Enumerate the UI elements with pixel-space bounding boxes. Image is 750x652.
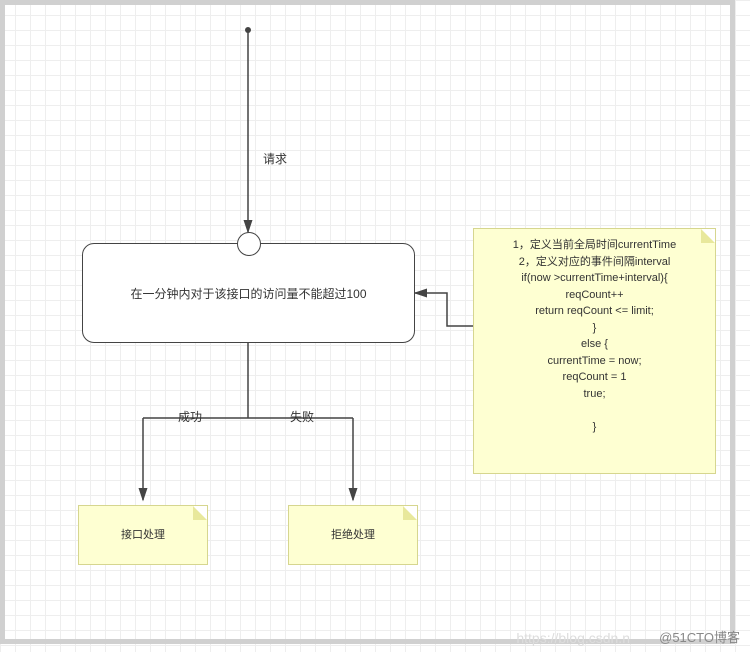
process-text: 在一分钟内对于该接口的访问量不能超过100 <box>130 285 366 302</box>
branch-success-label: 成功 <box>178 408 202 425</box>
branch-fail-label: 失败 <box>290 408 314 425</box>
entry-connector-icon <box>237 232 261 256</box>
success-note: 接口处理 <box>78 505 208 565</box>
watermark-strong: @51CTO博客 <box>659 627 740 646</box>
process-rate-limit: 在一分钟内对于该接口的访问量不能超过100 <box>82 243 415 343</box>
fail-note: 拒绝处理 <box>288 505 418 565</box>
logic-note: 1，定义当前全局时间currentTime 2，定义对应的事件间隔interva… <box>473 228 716 474</box>
watermark-faint: https://blog.csdn.n <box>516 630 630 646</box>
request-label: 请求 <box>263 150 287 167</box>
